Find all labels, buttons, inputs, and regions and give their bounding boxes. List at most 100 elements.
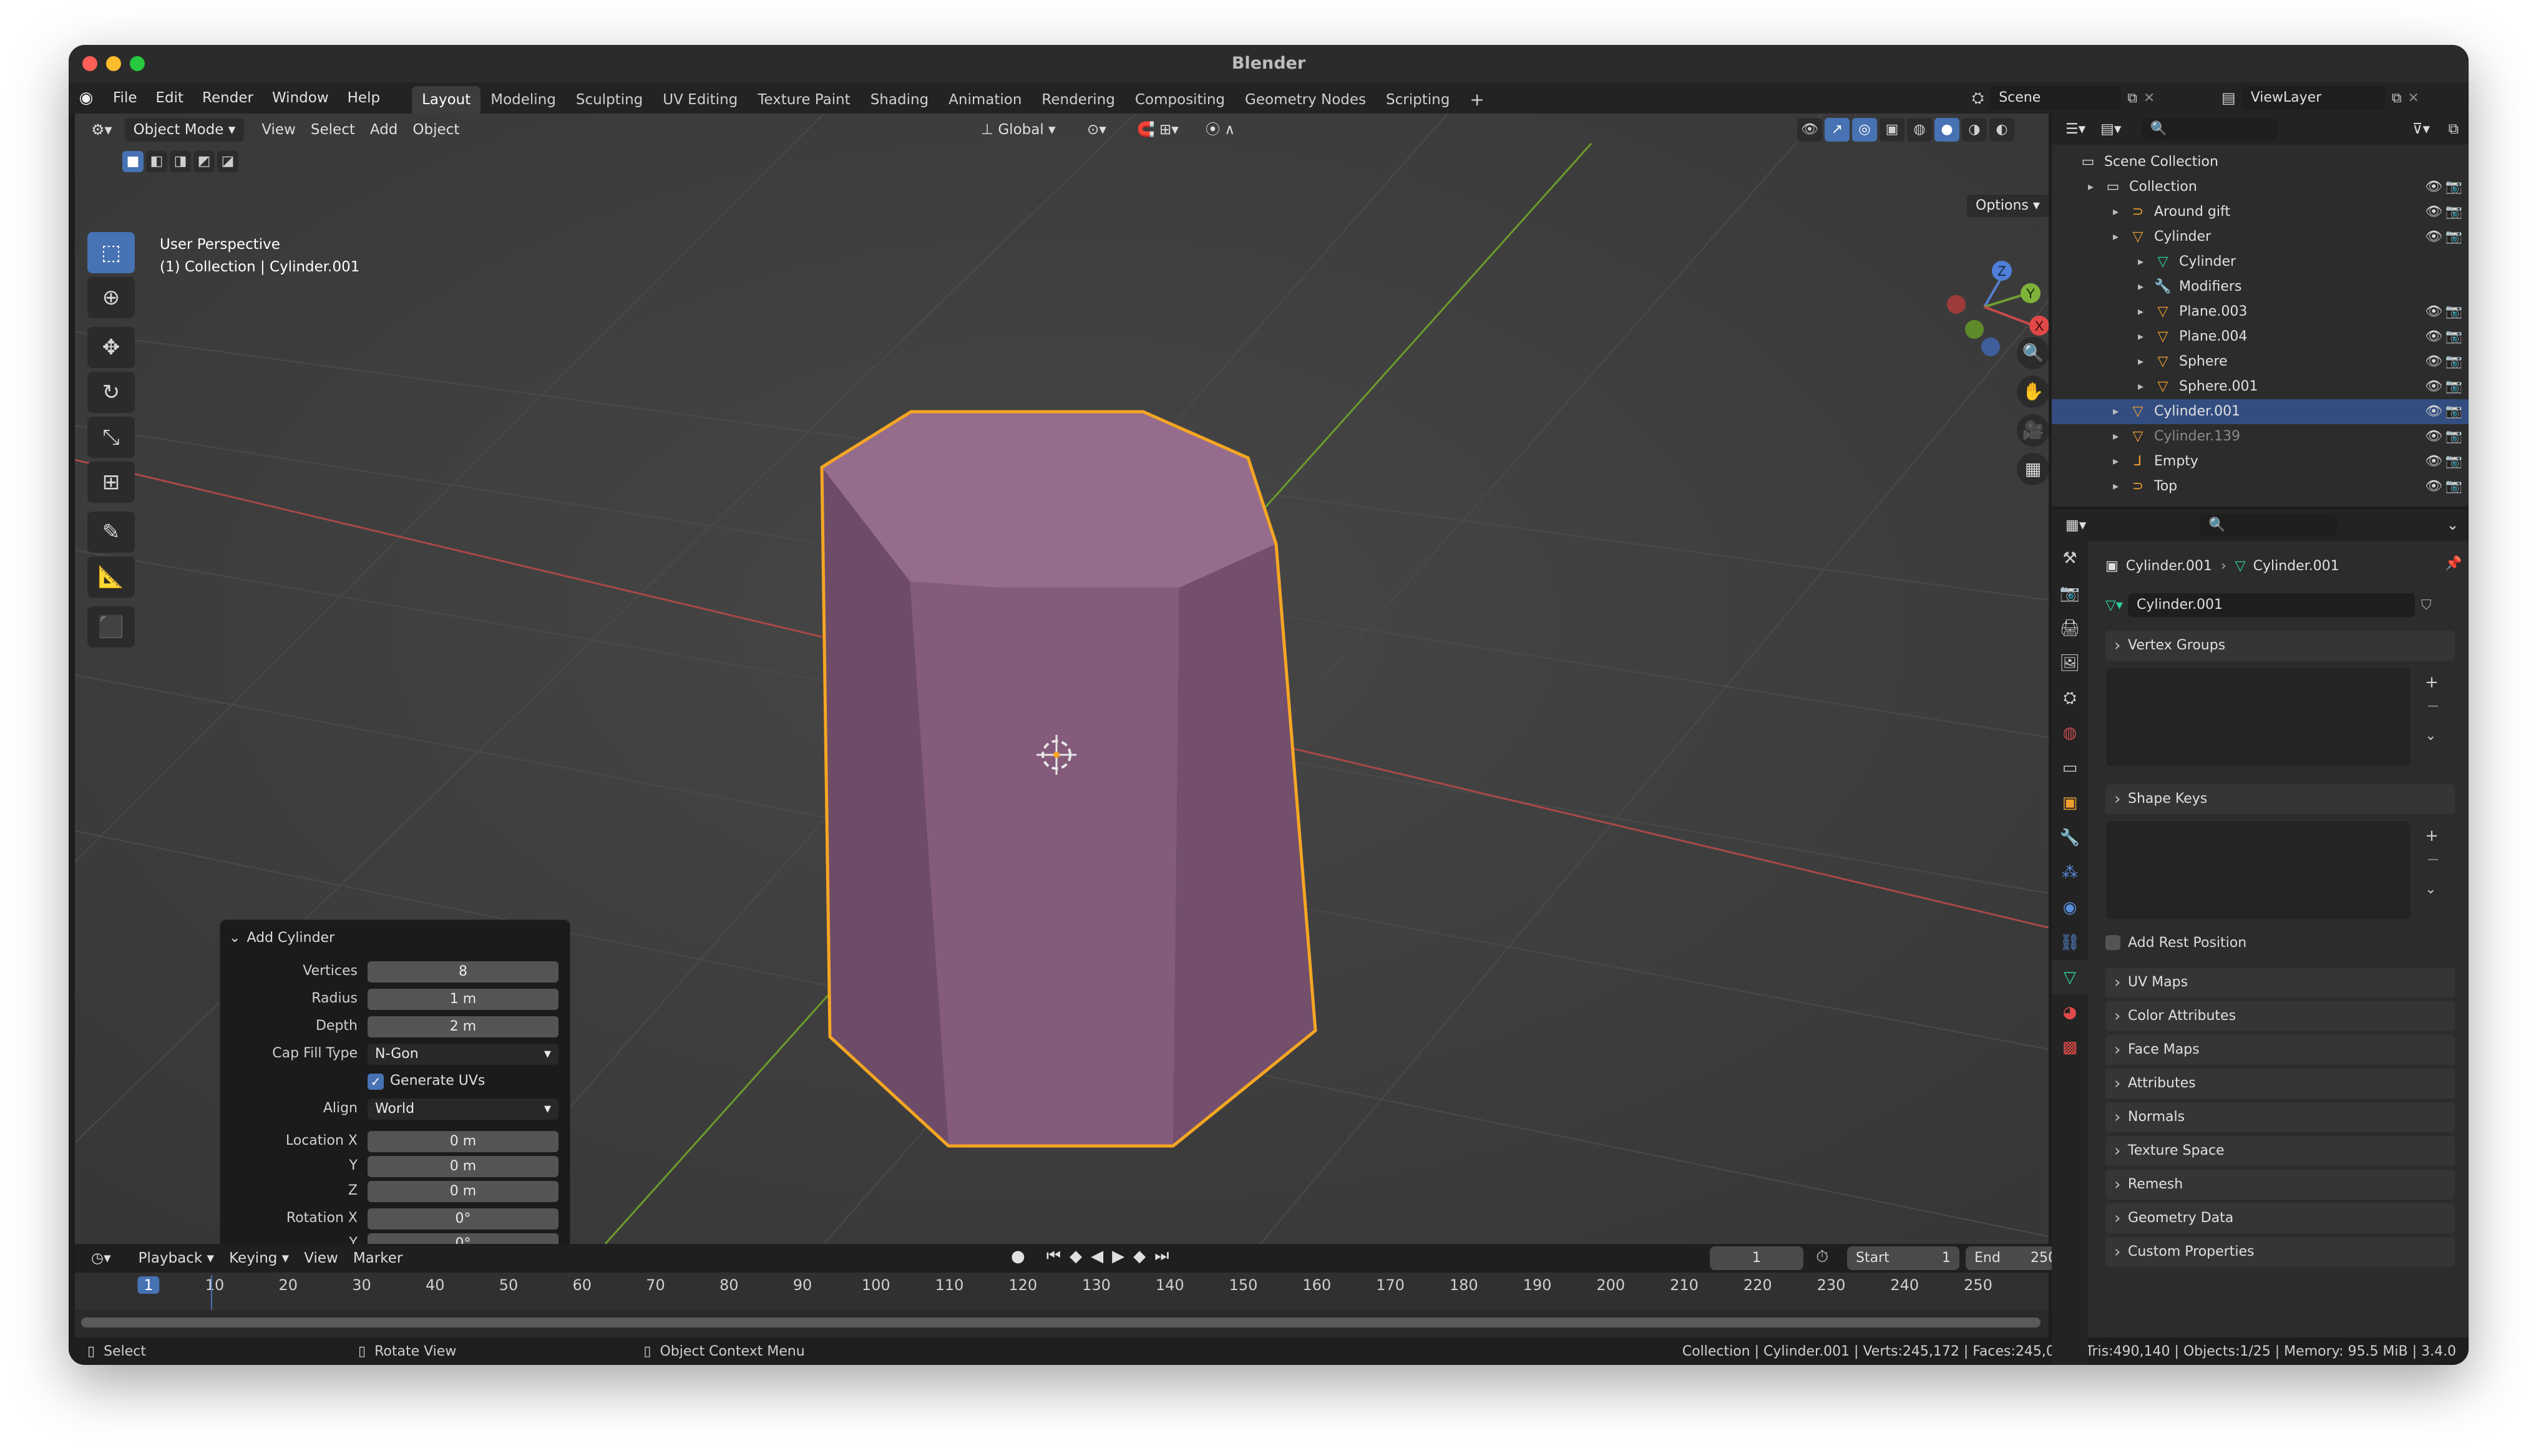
annotate-tool-icon[interactable]: ✎ [87,512,135,553]
shape-keys-section[interactable]: Shape Keys [2105,784,2455,814]
normals-section[interactable]: Normals [2105,1102,2455,1132]
outliner-row[interactable]: ▸ ▽ Plane.003 👁 📷 [2052,299,2469,324]
cap-fill-dropdown[interactable]: N-Gon ▾ [368,1044,558,1065]
tab-uv-editing[interactable]: UV Editing [653,86,748,114]
scene-tab-icon[interactable]: ⛭ [2052,681,2088,716]
tab-geometry-nodes[interactable]: Geometry Nodes [1235,86,1376,114]
radius-field[interactable]: 1 m [368,989,558,1010]
rotation-y-field[interactable]: 0° [368,1233,558,1244]
visibility-eye-icon[interactable]: 👁 [2425,374,2442,399]
expand-arrow-icon[interactable]: ▸ [2113,449,2119,474]
new-view-layer-icon[interactable]: ⧉ [2392,90,2402,106]
shape-keys-list[interactable] [2105,820,2411,920]
delete-view-layer-icon[interactable]: ✕ [2407,90,2419,106]
menu-render[interactable]: Render [193,90,263,106]
render-camera-icon[interactable]: 📷 [2446,324,2462,349]
jump-end-icon[interactable]: ⏭ [1154,1246,1169,1266]
timeline-view-menu[interactable]: View [296,1246,346,1270]
view-layer-icon[interactable]: ▤ [2221,89,2236,107]
remesh-section[interactable]: Remesh [2105,1170,2455,1200]
texture-space-section[interactable]: Texture Space [2105,1136,2455,1166]
render-tab-icon[interactable]: 📷 [2052,576,2088,611]
expand-arrow-icon[interactable]: ▸ [2138,349,2143,374]
expand-arrow-icon[interactable]: ▸ [2113,474,2119,499]
render-camera-icon[interactable]: 📷 [2446,225,2462,250]
properties-options-icon[interactable]: ⌄ [2439,513,2466,537]
expand-arrow-icon[interactable]: ▸ [2138,250,2143,274]
outliner-row[interactable]: ▸ ▽ Cylinder.139 👁 📷 [2052,424,2469,449]
timeline-scroll-thumb[interactable] [81,1318,2041,1327]
face-maps-section[interactable]: Face Maps [2105,1035,2455,1065]
color-attributes-section[interactable]: Color Attributes [2105,1001,2455,1031]
view-menu[interactable]: View [254,118,303,142]
outliner-editor-type-icon[interactable]: ☰▾ [2058,117,2093,141]
outliner-row[interactable]: ▸ 🔧 Modifiers [2052,274,2469,299]
material-tab-icon[interactable]: ◕ [2052,995,2088,1030]
fake-user-shield-icon[interactable]: ⛉ [2421,598,2432,613]
cursor-tool-icon[interactable]: ⊕ [87,277,135,318]
tab-texture-paint[interactable]: Texture Paint [748,86,860,114]
render-camera-icon[interactable]: 📷 [2446,175,2462,200]
outliner-row[interactable]: ▸ ⊃ Top 👁 📷 [2052,474,2469,499]
expand-arrow-icon[interactable]: ▸ [2138,299,2143,324]
render-camera-icon[interactable]: 📷 [2446,424,2462,449]
playback-menu[interactable]: Playback ▾ [131,1246,222,1270]
menu-edit[interactable]: Edit [147,90,193,106]
visibility-eye-icon[interactable]: 👁 [2425,474,2442,499]
orthographic-grid-icon[interactable]: ▦ [2017,453,2049,485]
expand-arrow-icon[interactable]: ▸ [2113,424,2119,449]
editor-type-icon[interactable]: ⚙▾ [84,118,120,142]
gizmo-toggle-icon[interactable]: ↗ [1825,118,1850,142]
physics-tab-icon[interactable]: ◉ [2052,890,2088,925]
align-dropdown[interactable]: World ▾ [368,1099,558,1120]
play-reverse-icon[interactable]: ◀ [1091,1247,1103,1266]
transform-orientation-dropdown[interactable]: ⊥ Global ▾ [973,118,1063,142]
remove-vertex-group-icon[interactable]: − [2426,697,2440,716]
select-new-icon[interactable]: ■ [122,151,144,172]
visibility-eye-icon[interactable]: 👁 [2425,299,2442,324]
add-shape-key-icon[interactable]: + [2425,827,2439,845]
select-menu[interactable]: Select [303,118,363,142]
expand-arrow-icon[interactable]: ▸ [2113,225,2119,250]
outliner-row[interactable]: ▸ ▽ Cylinder 👁 📷 [2052,225,2469,250]
tab-layout[interactable]: Layout [412,86,481,114]
visibility-eye-icon[interactable]: 👁 [2425,349,2442,374]
location-y-field[interactable]: 0 m [368,1156,558,1177]
uv-maps-section[interactable]: UV Maps [2105,968,2455,997]
collection-tab-icon[interactable]: ▭ [2052,750,2088,785]
outliner-row[interactable]: ▸ ▽ Sphere.001 👁 📷 [2052,374,2469,399]
select-invert-icon[interactable]: ◩ [193,151,215,172]
marker-menu[interactable]: Marker [346,1246,411,1270]
proportional-edit-icon[interactable]: ⦿ ∧ [1198,118,1242,142]
select-extend-icon[interactable]: ◧ [146,151,167,172]
menu-window[interactable]: Window [263,90,338,106]
end-frame-field[interactable]: End 250 [1966,1246,2065,1270]
object-menu[interactable]: Object [405,118,467,142]
add-vertex-group-icon[interactable]: + [2425,673,2439,692]
expand-arrow-icon[interactable]: ▸ [2138,324,2143,349]
blender-logo-icon[interactable]: ◉ [69,89,104,107]
timeline-scrollbar[interactable] [81,1318,2041,1327]
world-tab-icon[interactable]: ◍ [2052,716,2088,750]
properties-editor-type-icon[interactable]: ▦▾ [2058,513,2094,537]
add-cylinder-header[interactable]: ⌄ Add Cylinder [229,925,334,950]
outliner-row[interactable]: ▸ ▽ Sphere 👁 📷 [2052,349,2469,374]
material-shading-icon[interactable]: ◑ [1962,118,1987,142]
start-frame-field[interactable]: Start 1 [1847,1246,1959,1270]
rotate-tool-icon[interactable]: ↻ [87,372,135,413]
visibility-eye-icon[interactable]: 👁 [2425,200,2442,225]
visibility-eye-icon[interactable]: 👁 [2425,399,2442,424]
outliner-display-mode-icon[interactable]: ▤▾ [2093,117,2129,141]
pivot-point-icon[interactable]: ⊙▾ [1080,118,1114,142]
visibility-eye-icon[interactable]: 👁 [2425,175,2442,200]
outliner-row[interactable]: ▸ ▽ Cylinder [2052,250,2469,274]
outliner-filter-icon[interactable]: ⊽▾ [2405,117,2437,141]
mode-dropdown[interactable]: Object Mode ▾ [124,118,245,142]
expand-arrow-icon[interactable]: ▸ [2138,374,2143,399]
solid-shading-icon[interactable]: ● [1934,118,1959,142]
jump-start-icon[interactable]: ⏮ [1046,1246,1061,1266]
constraints-tab-icon[interactable]: ⛓ [2052,925,2088,960]
vertex-groups-list[interactable] [2105,667,2411,767]
tab-animation[interactable]: Animation [939,86,1031,114]
depth-field[interactable]: 2 m [368,1016,558,1037]
